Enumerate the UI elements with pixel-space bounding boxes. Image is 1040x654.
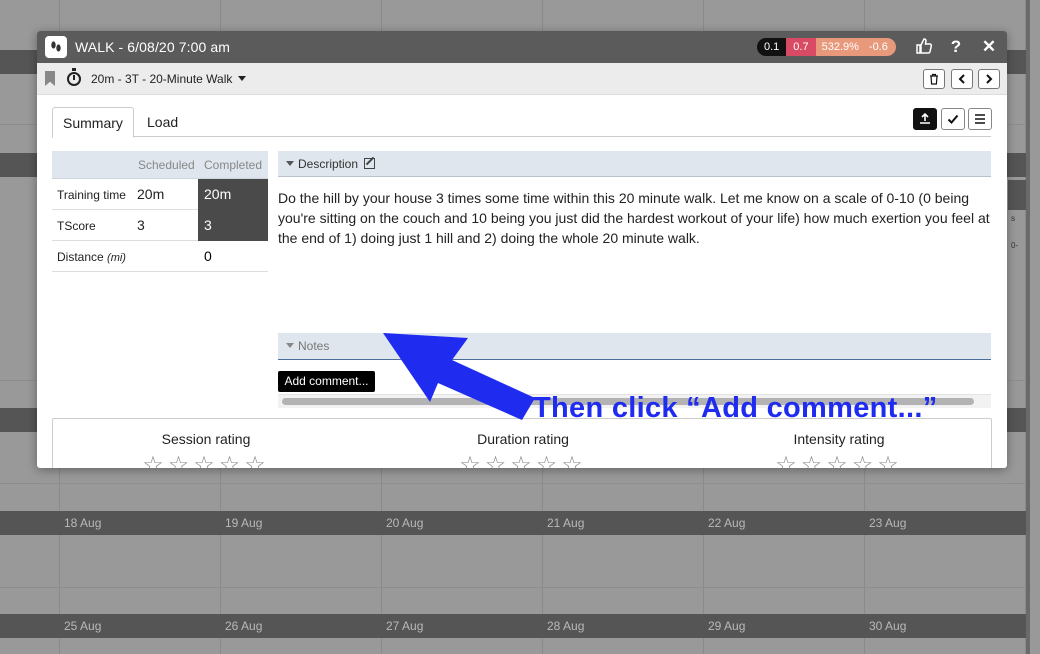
annotation-arrow-icon — [383, 333, 535, 420]
annotation-callout: Then click “Add comment...” — [533, 392, 938, 424]
